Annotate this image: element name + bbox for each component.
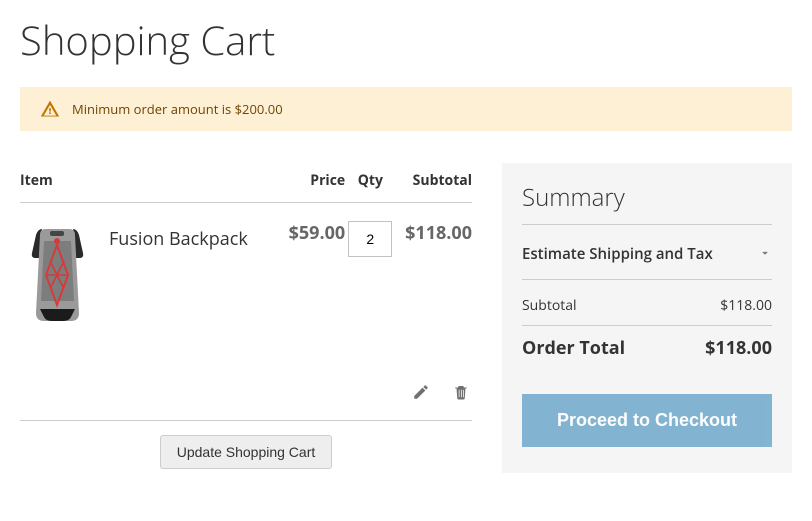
summary-panel: Summary Estimate Shipping and Tax Subtot… — [502, 163, 792, 473]
product-name[interactable]: Fusion Backpack — [109, 221, 248, 351]
product-image[interactable] — [20, 221, 95, 351]
cart-row: Fusion Backpack $59.00 $118.00 — [20, 203, 472, 352]
cart-items-section: Item Price Qty Subtotal — [20, 163, 472, 469]
qty-input[interactable] — [348, 221, 392, 257]
page-title: Shopping Cart — [20, 12, 792, 67]
estimate-shipping-toggle[interactable]: Estimate Shipping and Tax — [522, 237, 772, 280]
edit-item-button[interactable] — [410, 381, 432, 406]
subtotal-label: Subtotal — [522, 296, 577, 315]
order-total-label: Order Total — [522, 336, 625, 360]
warning-text: Minimum order amount is $200.00 — [72, 100, 283, 118]
col-header-subtotal: Subtotal — [395, 163, 472, 203]
col-header-item: Item — [20, 163, 280, 203]
min-order-warning: Minimum order amount is $200.00 — [20, 87, 792, 131]
col-header-qty: Qty — [345, 163, 395, 203]
pencil-icon — [412, 389, 430, 404]
update-cart-button[interactable]: Update Shopping Cart — [160, 435, 333, 469]
order-total-line: Order Total $118.00 — [522, 326, 772, 364]
estimate-label: Estimate Shipping and Tax — [522, 244, 713, 264]
subtotal-line: Subtotal $118.00 — [522, 292, 772, 326]
chevron-down-icon — [758, 243, 772, 265]
order-total-value: $118.00 — [705, 336, 772, 360]
warning-icon — [40, 99, 60, 119]
item-price: $59.00 — [280, 203, 345, 352]
proceed-to-checkout-button[interactable]: Proceed to Checkout — [522, 394, 772, 447]
remove-item-button[interactable] — [450, 381, 472, 406]
item-subtotal: $118.00 — [395, 203, 472, 352]
subtotal-value: $118.00 — [720, 296, 772, 315]
summary-title: Summary — [522, 181, 772, 225]
col-header-price: Price — [280, 163, 345, 203]
cart-table: Item Price Qty Subtotal — [20, 163, 472, 421]
trash-icon — [452, 389, 470, 404]
